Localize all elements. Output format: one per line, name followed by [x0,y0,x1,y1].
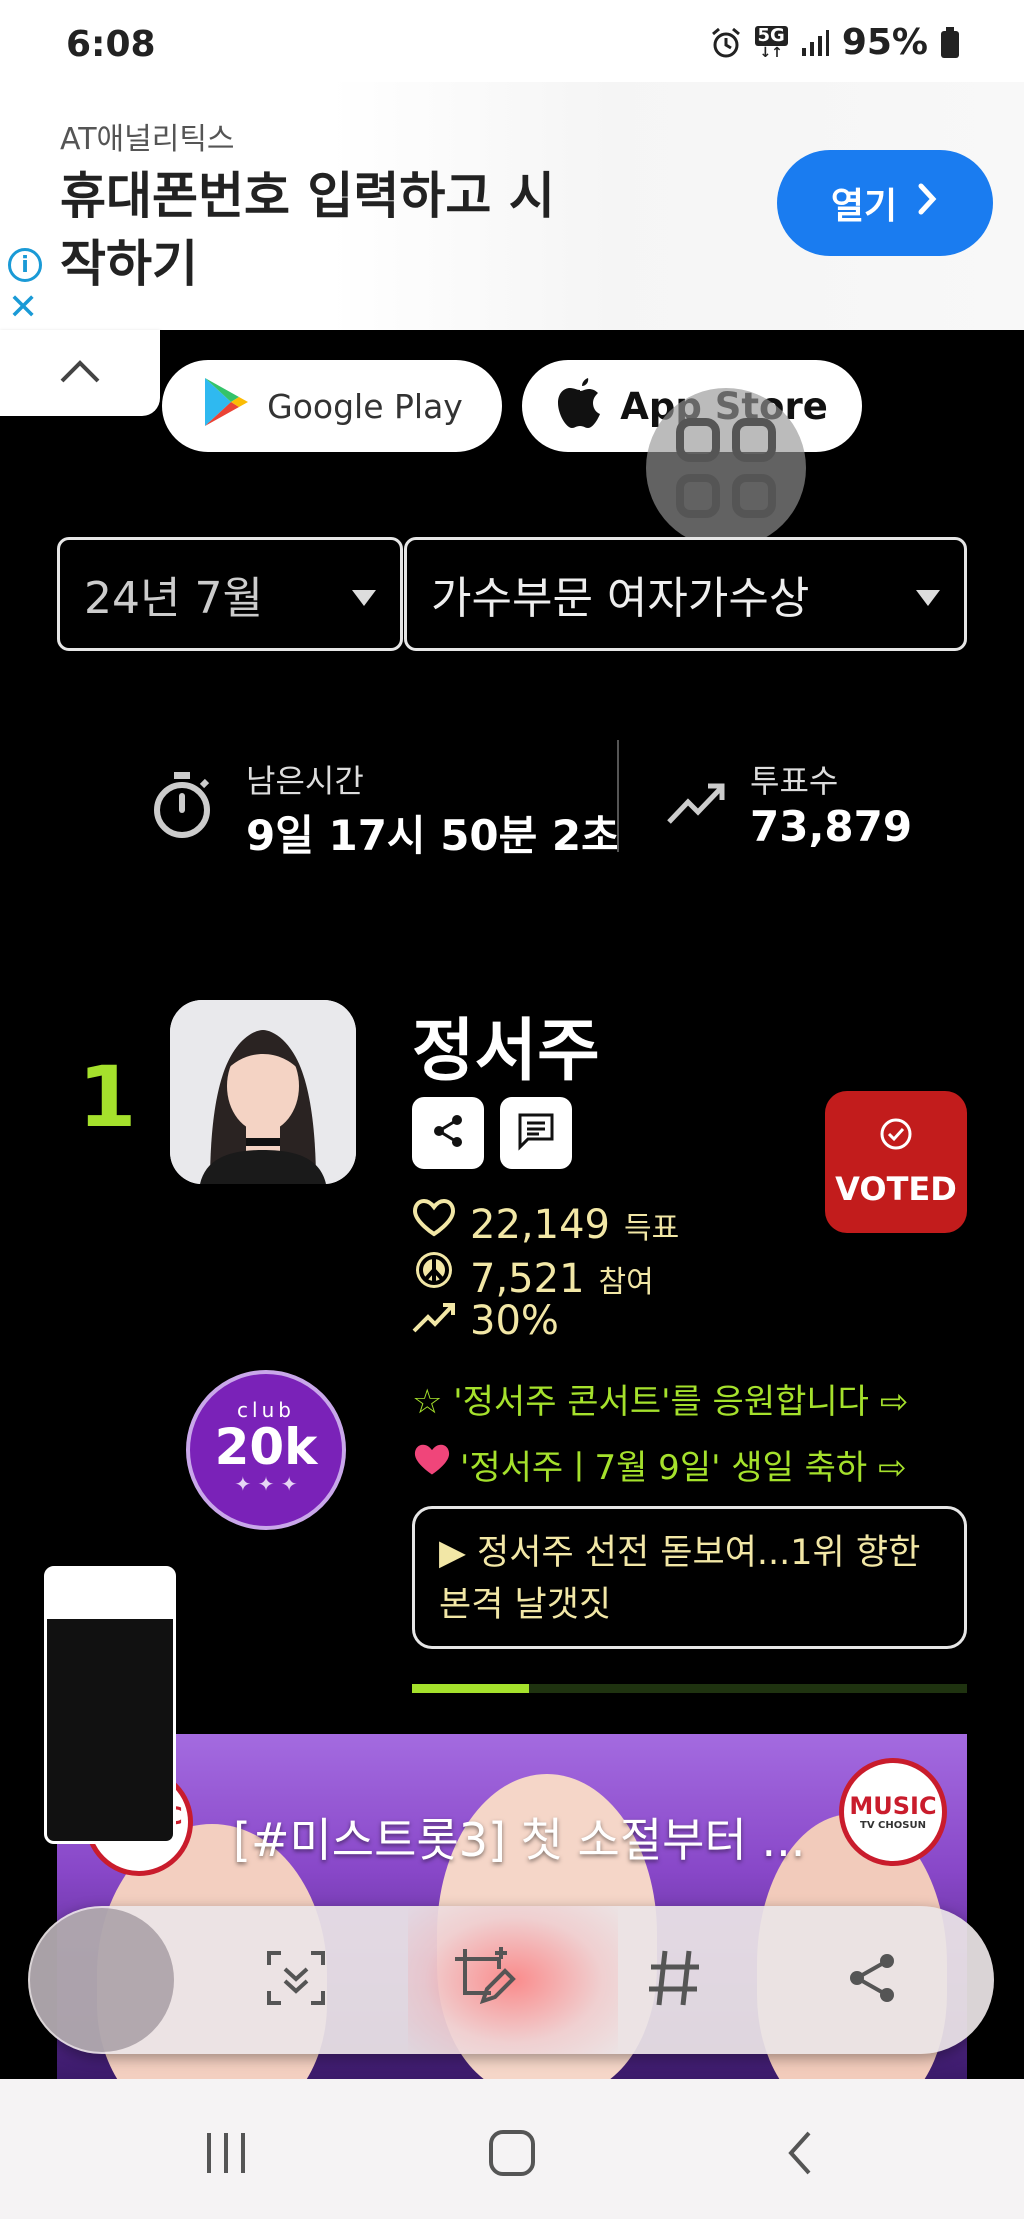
collapse-ad-button[interactable] [0,330,160,416]
music-logo-sub: TV CHOSUN [860,1819,926,1831]
scroll-capture-button[interactable] [262,1946,330,2014]
share-icon [429,1112,467,1154]
hashtag-icon [645,1947,703,2013]
support-link-concert[interactable]: ☆ '정서주 콘서트'를 응원합니다 ⇨ [412,1374,908,1423]
back-icon [785,2129,815,2181]
stopwatch-icon [150,770,214,844]
grid-cell [732,474,776,518]
dropdown-arrow-icon [352,590,376,606]
screenshot-preview-content [47,1619,173,1841]
singer-avatar[interactable] [170,1000,356,1184]
recent-apps-button[interactable] [186,2119,266,2191]
laurel-icon: ✦ ✦ ✦ [234,1472,298,1496]
voted-label: VOTED [835,1170,957,1208]
screenshot-preview[interactable] [44,1566,176,1844]
percent-value: 30% [470,1298,559,1344]
status-time: 6:08 [66,24,156,65]
network-5g-icon: 5G ↓↑ [754,25,788,60]
signal-icon [800,28,830,58]
support-link-birthday[interactable]: '정서주ㅣ7월 9일' 생일 축하 ⇨ [412,1440,906,1489]
back-button[interactable] [760,2119,840,2191]
share-icon [845,1951,899,2009]
vote-progress-fill [412,1684,529,1693]
vote-count-value: 73,879 [750,802,913,851]
club-level: 20k [214,1418,318,1476]
participant-metric: 7,521 참여 [412,1248,654,1302]
battery-icon [940,26,960,59]
ad-brand: AT애널리틱스 [60,122,235,157]
vote-unit: 득표 [623,1211,680,1246]
time-left-label: 남은시간 [246,762,364,800]
participant-unit: 참여 [598,1265,654,1300]
check-circle-icon [878,1116,914,1160]
heart-outline-icon [412,1198,456,1242]
dropdown-arrow-icon [916,590,940,606]
status-bar: 6:08 5G ↓↑ 95% [0,0,1024,82]
news-headline-box[interactable]: ▶ 정서주 선전 돋보여...1위 향한 본격 날갯짓 [412,1506,967,1649]
network-label: 5G [754,25,788,46]
scroll-capture-icon [265,1947,327,2013]
month-value: 24년 7월 [84,573,263,624]
google-play-button[interactable]: Google Play [162,360,502,452]
grid-cell [676,474,720,518]
battery-percent: 95% [841,22,928,63]
chevron-up-icon [58,357,102,389]
category-select[interactable]: 가수부문 여자가수상 [404,537,967,651]
trending-up-icon [666,780,726,830]
voted-button[interactable]: VOTED [825,1091,967,1233]
club-badge: club 20k ✦ ✦ ✦ [186,1370,346,1530]
apple-icon [556,374,604,439]
floating-menu-button[interactable] [646,388,806,548]
status-icons: 5G ↓↑ 95% [709,22,960,63]
capture-thumbnail[interactable] [30,1908,174,2052]
heart-filled-icon [412,1442,452,1487]
google-play-icon [201,375,251,437]
ad-banner[interactable]: AT애널리틱스 휴대폰번호 입력하고 시작하기 열기 i ✕ [0,82,1024,330]
peace-icon [412,1248,456,1296]
share-capture-button[interactable] [838,1946,906,2014]
ad-info-icon[interactable]: i [8,248,42,282]
ad-open-label: 열기 [830,186,898,227]
category-value: 가수부문 여자가수상 [431,573,810,624]
home-icon [488,2129,536,2181]
comment-button[interactable] [500,1097,572,1169]
share-button[interactable] [412,1097,484,1169]
grid-cell [732,418,776,462]
participant-count: 7,521 [470,1256,585,1302]
comment-icon [516,1111,556,1155]
month-select[interactable]: 24년 7월 [57,537,403,651]
trending-up-small-icon [412,1300,456,1338]
video-title: [#미스트롯3] 첫 소절부터 ... [233,1813,806,1867]
vote-count-label: 투표수 [750,762,839,800]
alarm-icon [709,26,743,60]
recent-apps-icon [203,2131,249,2179]
google-play-label: Google Play [267,386,463,426]
singer-name: 정서주 [412,1012,600,1091]
crop-edit-icon [451,1945,517,2015]
home-button[interactable] [472,2119,552,2191]
time-left-value: 9일 17시 50분 2초 [246,811,620,860]
support-birthday-text: '정서주ㅣ7월 9일' 생일 축하 ⇨ [460,1448,907,1488]
vote-count: 22,149 [470,1202,610,1248]
vote-progress-bar [412,1684,967,1693]
ad-headline: 휴대폰번호 입력하고 시작하기 [60,167,555,293]
percent-metric: 30% [412,1298,559,1344]
ad-close-icon[interactable]: ✕ [8,290,38,326]
system-nav-bar [0,2079,1024,2219]
music-logo-text: MUSIC [849,1791,937,1820]
vote-metric: 22,149 득표 [412,1198,679,1248]
crop-edit-button[interactable] [450,1946,518,2014]
stats-divider [617,740,619,852]
music-channel-logo-right: MUSIC TV CHOSUN [839,1758,947,1866]
capture-toolbar [28,1906,994,2054]
chevron-right-icon [917,182,939,225]
ad-open-button[interactable]: 열기 [777,150,993,256]
grid-cell [676,418,720,462]
rank-number: 1 [78,1048,137,1146]
tag-button[interactable] [640,1946,708,2014]
